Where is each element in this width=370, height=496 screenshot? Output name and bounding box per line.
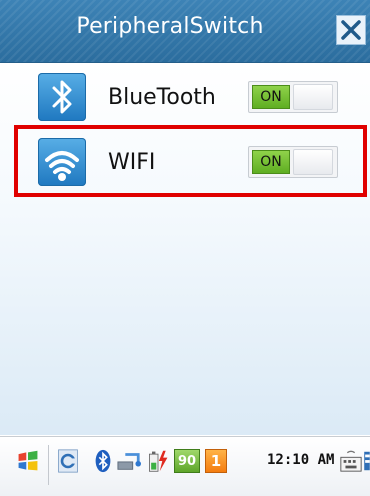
- bluetooth-row: BlueTooth ON: [0, 69, 370, 127]
- close-button[interactable]: [336, 15, 366, 45]
- bluetooth-status-icon[interactable]: [94, 449, 112, 473]
- badge-90[interactable]: 90: [174, 449, 200, 473]
- badge-1-label: 1: [210, 452, 222, 470]
- start-icon[interactable]: [14, 449, 42, 473]
- badge-90-label: 90: [177, 453, 197, 469]
- taskbar: 90 1 12:10 AM: [0, 436, 370, 496]
- bluetooth-toggle[interactable]: ON: [248, 81, 338, 113]
- badge-1[interactable]: 1: [205, 449, 227, 473]
- title-bar: PeripheralSwitch: [0, 0, 370, 63]
- bluetooth-toggle-knob: [293, 84, 333, 110]
- keyboard-icon[interactable]: [339, 449, 363, 473]
- network-icon[interactable]: [115, 449, 143, 473]
- window-title: PeripheralSwitch: [76, 14, 264, 39]
- wifi-highlight-box: [14, 125, 367, 197]
- battery-icon[interactable]: [146, 449, 170, 473]
- desktop-icon[interactable]: [364, 449, 370, 473]
- switch-list: BlueTooth ON WIFI ON: [0, 63, 370, 435]
- bluetooth-icon: [38, 73, 86, 121]
- clock[interactable]: 12:10 AM: [267, 452, 334, 468]
- bluetooth-label: BlueTooth: [108, 85, 216, 110]
- app-c-icon[interactable]: [56, 449, 80, 473]
- close-icon: [341, 20, 361, 40]
- taskbar-divider: [48, 445, 49, 485]
- bluetooth-toggle-state: ON: [252, 85, 290, 109]
